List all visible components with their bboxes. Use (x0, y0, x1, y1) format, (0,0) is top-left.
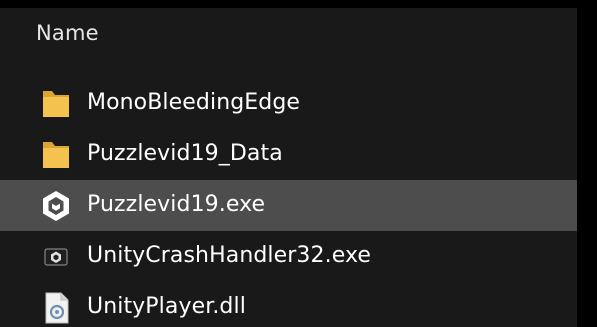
file-row-puzzlevid19-exe[interactable]: Puzzlevid19.exe (0, 180, 577, 231)
dll-file-icon (38, 290, 74, 326)
file-row-unitycrashhandler32-exe[interactable]: UnityCrashHandler32.exe (0, 231, 577, 282)
column-header[interactable]: ⌃ Name (0, 8, 577, 56)
file-list: MonoBleedingEdge Puzzlevid19_Data Puzzle… (0, 78, 577, 327)
file-row-puzzlevid19-data[interactable]: Puzzlevid19_Data (0, 129, 577, 180)
top-border (0, 0, 597, 8)
right-border (577, 0, 597, 327)
file-explorer-view: ⌃ Name MonoBleedingEdge Puzzlevid19_Data (0, 0, 597, 327)
file-name: Puzzlevid19.exe (87, 192, 266, 217)
sort-indicator-icon: ⌃ (340, 10, 352, 14)
file-row-monobleedingedge[interactable]: MonoBleedingEdge (0, 78, 577, 129)
file-name: Puzzlevid19_Data (87, 141, 283, 166)
file-name: UnityPlayer.dll (87, 294, 246, 319)
file-name: MonoBleedingEdge (87, 90, 301, 115)
file-name: UnityCrashHandler32.exe (87, 243, 372, 268)
crash-handler-icon (38, 239, 74, 275)
unity-app-icon (38, 188, 74, 224)
folder-icon (38, 137, 74, 173)
folder-icon (38, 86, 74, 122)
file-row-unityplayer-dll[interactable]: UnityPlayer.dll (0, 282, 577, 327)
name-column-header[interactable]: Name (36, 20, 99, 46)
